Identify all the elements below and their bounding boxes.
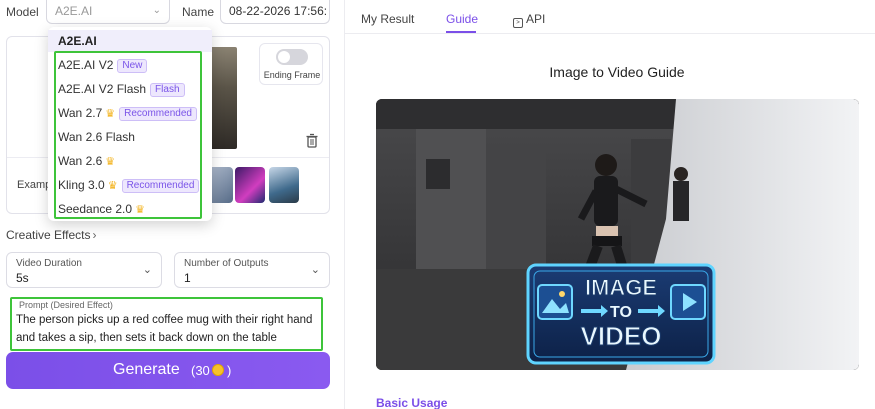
dropdown-item[interactable]: A2E.AI V2 New	[58, 58, 148, 78]
dropdown-item-label: A2E.AI V2 Flash	[58, 82, 147, 96]
right-panel: My Result Guide > API Image to Video Guid…	[345, 0, 875, 409]
chevron-down-icon: ⌄	[142, 264, 152, 276]
crown-icon: ♛	[135, 204, 145, 216]
example-thumb-2[interactable]	[235, 167, 265, 203]
generate-button[interactable]: Generate (30 )	[6, 352, 330, 389]
outputs-value: 1	[184, 271, 191, 285]
dropdown-item-label: Wan 2.6	[58, 154, 103, 168]
guide-title: Image to Video Guide	[549, 64, 685, 80]
tab-guide[interactable]: Guide	[446, 12, 478, 26]
tag-badge: New	[117, 59, 148, 73]
dropdown-item[interactable]: Kling 3.0 ♛ Recommended	[58, 178, 200, 198]
prompt-label: Prompt (Desired Effect)	[19, 300, 113, 310]
tab-api-label: API	[526, 12, 546, 26]
tag-badge: Recommended	[121, 179, 200, 193]
svg-text:IMAGE: IMAGE	[585, 275, 657, 300]
guide-video[interactable]: IMAGE TO VIDEO	[376, 99, 859, 370]
dropdown-item[interactable]: Seedance 2.0 ♛	[58, 202, 145, 222]
chevron-down-icon: ⌄	[310, 264, 320, 276]
model-dropdown: A2E.AI A2E.AI V2 New A2E.AI V2 Flash Flash…	[48, 27, 212, 221]
dropdown-item-label: Wan 2.7	[58, 106, 103, 120]
ending-frame-label: Ending Frame	[263, 70, 321, 80]
guide-video-frame: IMAGE TO VIDEO	[376, 99, 859, 370]
chevron-right-icon: ›	[92, 228, 97, 242]
tag-badge: Flash	[150, 83, 185, 97]
tag-badge: Recommended	[119, 107, 197, 121]
model-select-value: A2E.AI	[55, 4, 93, 18]
dropdown-item-label: Wan 2.6 Flash	[58, 130, 135, 144]
dropdown-item[interactable]: Wan 2.6 ♛	[58, 154, 115, 174]
generate-label: Generate	[113, 361, 180, 378]
prompt-input[interactable]: Prompt (Desired Effect) The person picks…	[10, 297, 323, 351]
toggle-knob	[278, 51, 290, 63]
ending-frame-card: Ending Frame	[259, 43, 323, 85]
svg-text:VIDEO: VIDEO	[581, 321, 662, 351]
video-duration-select[interactable]: Video Duration 5s ⌄	[6, 252, 162, 288]
creative-effects-link[interactable]: Creative Effects ›	[6, 228, 96, 242]
examples-label: Examp	[17, 179, 52, 191]
name-label: Name	[182, 5, 215, 19]
creative-effects-label: Creative Effects	[6, 228, 91, 242]
dropdown-header-label: A2E.AI	[58, 34, 97, 48]
example-thumb-3[interactable]	[269, 167, 299, 203]
model-label: Model	[6, 5, 39, 19]
dropdown-item[interactable]: Wan 2.6 Flash	[58, 130, 135, 150]
generate-cost-suffix: )	[227, 363, 232, 378]
top-row: Model A2E.AI ⌄ Name 08-22-2026 17:56:	[0, 0, 340, 26]
dropdown-header[interactable]: A2E.AI	[48, 30, 212, 52]
model-select[interactable]: A2E.AI ⌄	[46, 0, 170, 24]
dropdown-item-label: Seedance 2.0	[58, 202, 133, 216]
tabs-bar: My Result Guide > API	[345, 0, 875, 34]
app-root: Model A2E.AI ⌄ Name 08-22-2026 17:56: En…	[0, 0, 875, 409]
crown-icon: ♛	[105, 156, 116, 168]
active-tab-indicator	[446, 31, 476, 33]
trash-icon[interactable]	[305, 133, 319, 149]
name-input[interactable]: 08-22-2026 17:56:	[220, 0, 330, 24]
crown-icon: ♛	[105, 108, 116, 120]
generate-cost: (30	[191, 363, 210, 378]
tab-api[interactable]: > API	[513, 12, 545, 28]
api-icon: >	[513, 18, 523, 28]
chevron-down-icon: ⌄	[152, 5, 161, 16]
ending-frame-toggle[interactable]	[276, 49, 308, 65]
image-to-video-badge: IMAGE TO VIDEO	[526, 263, 716, 365]
video-duration-label: Video Duration	[16, 258, 82, 269]
basic-usage-heading: Basic Usage	[376, 396, 448, 409]
outputs-label: Number of Outputs	[184, 258, 269, 269]
svg-text:TO: TO	[610, 304, 632, 321]
prompt-text: The person picks up a red coffee mug wit…	[16, 314, 313, 344]
dropdown-item[interactable]: Wan 2.7 ♛ Recommended	[58, 106, 197, 126]
outputs-select[interactable]: Number of Outputs 1 ⌄	[174, 252, 330, 288]
dropdown-item-label: Kling 3.0	[58, 178, 105, 192]
crown-icon: ♛	[107, 180, 118, 192]
coin-icon	[212, 364, 224, 376]
dropdown-item[interactable]: A2E.AI V2 Flash Flash	[58, 82, 185, 102]
video-duration-value: 5s	[16, 271, 29, 285]
dropdown-item-label: A2E.AI V2	[58, 58, 114, 72]
tab-my-result[interactable]: My Result	[361, 12, 414, 26]
left-panel: Model A2E.AI ⌄ Name 08-22-2026 17:56: En…	[0, 0, 340, 409]
